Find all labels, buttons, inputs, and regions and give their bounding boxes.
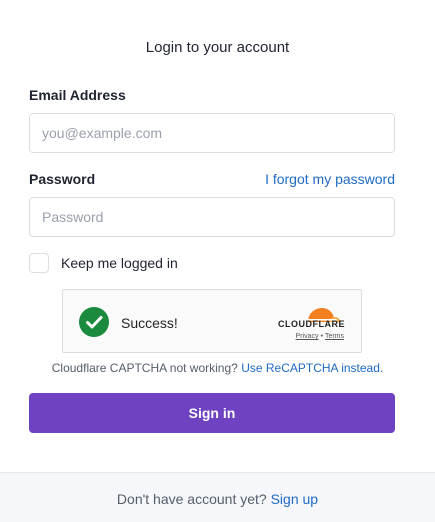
signup-footer: Don't have account yet? Sign up [0, 472, 435, 522]
remember-me-label[interactable]: Keep me logged in [61, 255, 178, 271]
captcha-note: Cloudflare CAPTCHA not working? Use ReCA… [0, 361, 435, 375]
sign-up-link[interactable]: Sign up [271, 491, 318, 507]
link-separator: • [320, 333, 323, 340]
email-label: Email Address [29, 87, 126, 103]
remember-me-checkbox[interactable] [29, 253, 49, 273]
cloudflare-wordmark: CLOUDFLARE [278, 319, 345, 329]
remember-me-row: Keep me logged in [29, 253, 178, 273]
sign-in-button[interactable]: Sign in [29, 393, 395, 433]
captcha-status-text: Success! [121, 315, 178, 331]
login-card: Login to your account Email Address Pass… [0, 0, 435, 522]
email-field[interactable] [29, 113, 395, 153]
captcha-links: Privacy • Terms [296, 333, 344, 340]
use-recaptcha-link[interactable]: Use ReCAPTCHA instead. [241, 361, 383, 375]
forgot-password-link[interactable]: I forgot my password [265, 171, 395, 187]
check-circle-icon [79, 307, 109, 337]
page-title: Login to your account [145, 39, 290, 56]
captcha-note-text: Cloudflare CAPTCHA not working? [51, 361, 238, 375]
password-label: Password [29, 171, 96, 187]
terms-link[interactable]: Terms [325, 333, 344, 340]
captcha-widget[interactable]: Success! CLOUDFLARE Privacy • Terms [62, 289, 362, 353]
password-field[interactable] [29, 197, 395, 237]
signup-prompt: Don't have account yet? [116, 491, 267, 507]
privacy-link[interactable]: Privacy [296, 333, 319, 340]
